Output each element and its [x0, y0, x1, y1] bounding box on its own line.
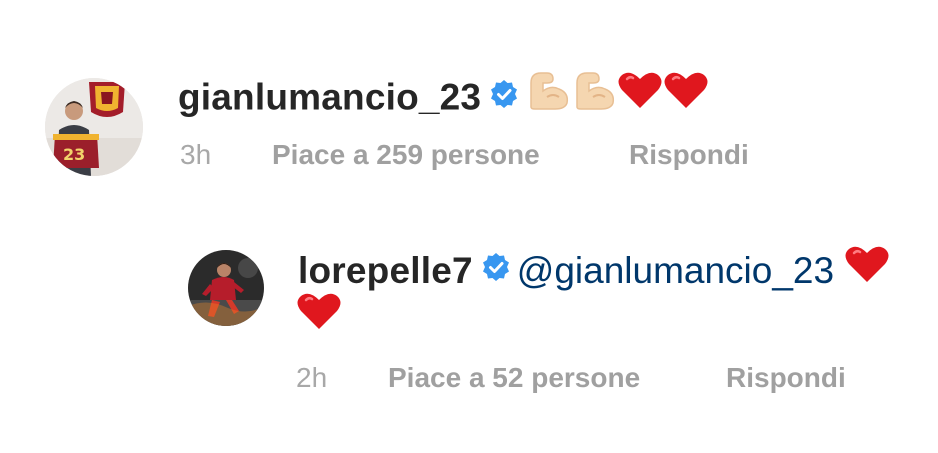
comments-thread: 23 gianlumancio_23 3h Piace a 259 person… — [0, 0, 938, 453]
verified-badge-icon — [481, 245, 511, 295]
red-heart-emoji — [617, 70, 663, 123]
comment-time: 2h — [296, 362, 328, 393]
red-heart-emoji — [844, 244, 890, 297]
avatar[interactable] — [188, 250, 264, 326]
reply-button[interactable]: Rispondi — [726, 360, 846, 396]
red-heart-emoji — [296, 291, 342, 344]
profile-photo-icon — [188, 250, 264, 326]
reply-text: lorepelle7 @gianlumancio_23 — [298, 246, 890, 300]
comment-time: 3h — [180, 139, 212, 170]
comment-text: gianlumancio_23 — [178, 72, 709, 127]
verified-badge-icon — [489, 72, 519, 122]
username[interactable]: lorepelle7 — [298, 250, 473, 291]
red-heart-emoji — [663, 70, 709, 123]
svg-text:23: 23 — [63, 145, 85, 164]
profile-photo-icon: 23 — [45, 78, 143, 176]
avatar[interactable]: 23 — [45, 78, 143, 176]
mention-link[interactable]: @gianlumancio_23 — [517, 250, 834, 291]
flexed-biceps-emoji — [525, 69, 571, 124]
likes-count-link[interactable]: Piace a 259 persone — [272, 137, 540, 173]
likes-count-link[interactable]: Piace a 52 persone — [388, 360, 640, 396]
reply-text-continuation — [296, 293, 342, 347]
reply-button[interactable]: Rispondi — [629, 137, 749, 173]
username[interactable]: gianlumancio_23 — [178, 76, 481, 117]
flexed-biceps-emoji — [571, 69, 617, 124]
